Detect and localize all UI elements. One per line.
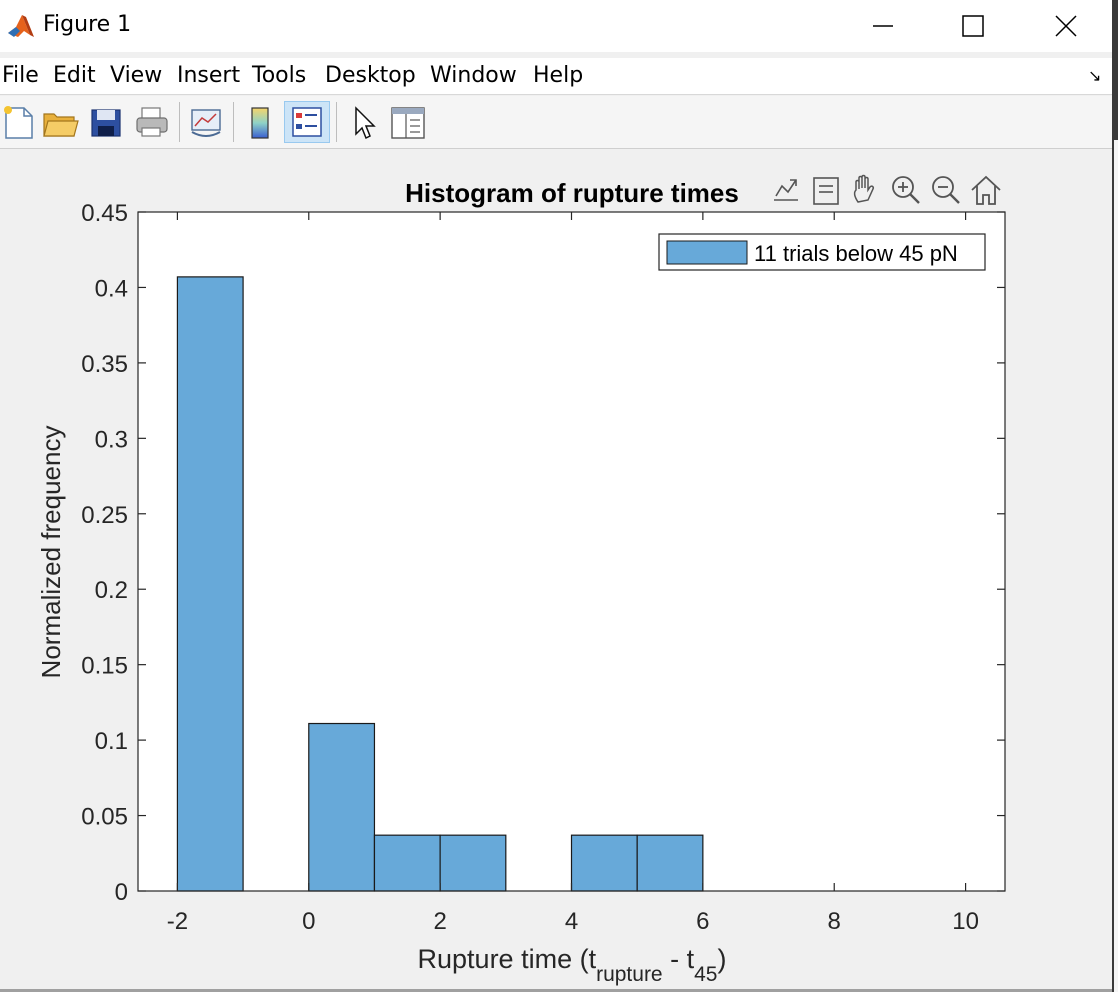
maximize-icon (962, 15, 984, 37)
maximize-button[interactable] (943, 6, 1003, 46)
save-icon (91, 109, 121, 137)
minimize-icon (873, 25, 893, 27)
colorbar-button[interactable] (240, 102, 280, 142)
legend-button[interactable] (284, 101, 330, 143)
menu-window[interactable]: Window (430, 63, 517, 88)
home-icon (971, 175, 1001, 205)
save-button[interactable] (86, 102, 126, 142)
zoom-in-button[interactable] (888, 172, 924, 208)
pan-button[interactable] (848, 172, 884, 208)
menu-view[interactable]: View (110, 63, 162, 88)
dock-arrow-icon[interactable]: ↘ (1088, 66, 1101, 86)
figure-canvas (0, 149, 1112, 989)
pointer-icon (355, 106, 376, 140)
minimize-button[interactable] (853, 6, 913, 46)
toolbar-separator (233, 102, 234, 142)
menu-edit[interactable]: Edit (53, 63, 96, 88)
brush-button[interactable] (808, 172, 844, 208)
matlab-icon (6, 11, 36, 41)
menu-help[interactable]: Help (533, 63, 583, 88)
new-figure-icon (4, 106, 33, 139)
toolbar-separator (336, 102, 337, 142)
export-icon (774, 179, 798, 201)
menu-desktop[interactable]: Desktop (325, 63, 416, 88)
home-button[interactable] (968, 172, 1004, 208)
open-file-button[interactable] (40, 102, 80, 142)
menu-tools[interactable]: Tools (252, 63, 306, 88)
export-button[interactable] (768, 172, 804, 208)
menu-bar: File Edit View Insert Tools Desktop Wind… (0, 58, 1112, 95)
figure-toolbar (0, 96, 1112, 149)
property-editor-button[interactable] (388, 102, 428, 142)
new-figure-button[interactable] (0, 102, 40, 142)
zoom-in-icon (892, 176, 920, 204)
close-icon (1055, 15, 1077, 37)
link-plot-icon (191, 109, 221, 137)
menu-file[interactable]: File (2, 63, 39, 88)
brush-icon (813, 177, 839, 205)
print-icon (136, 107, 168, 137)
property-editor-icon (391, 107, 425, 139)
print-button[interactable] (132, 102, 172, 142)
open-file-icon (43, 113, 79, 137)
zoom-out-button[interactable] (928, 172, 964, 208)
close-button[interactable] (1036, 6, 1096, 46)
colorbar-icon (251, 107, 269, 139)
link-plot-button[interactable] (186, 102, 226, 142)
pointer-button[interactable] (344, 102, 384, 142)
menu-insert[interactable]: Insert (177, 63, 240, 88)
background-window-strip (1114, 140, 1118, 992)
legend-icon (292, 107, 322, 137)
window-title: Figure 1 (43, 12, 132, 37)
title-bar: Figure 1 (0, 0, 1112, 52)
zoom-out-icon (932, 176, 960, 204)
toolbar-separator (179, 102, 180, 142)
pan-icon (853, 174, 874, 203)
